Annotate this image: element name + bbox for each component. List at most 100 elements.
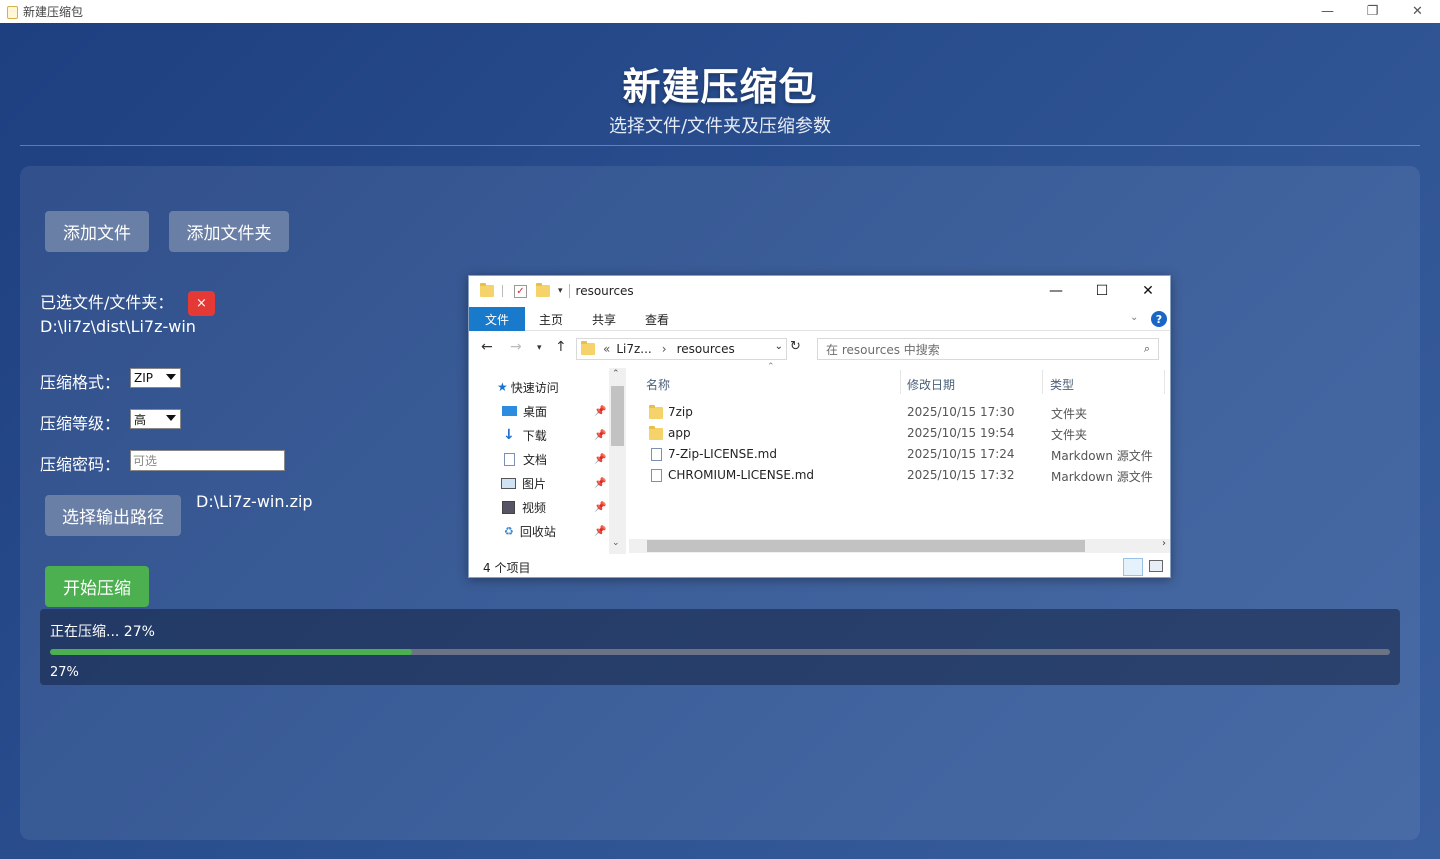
progress-panel: 正在压缩... 27% 27%: [40, 609, 1400, 685]
tab-view[interactable]: 查看: [635, 307, 679, 331]
item-count: 4 个项目: [483, 561, 531, 575]
tab-share[interactable]: 共享: [582, 307, 626, 331]
horizontal-scroll-thumb[interactable]: [647, 540, 1085, 552]
file-row[interactable]: app 2025/10/15 19:54 文件夹: [629, 423, 1170, 444]
up-icon[interactable]: ↑: [555, 339, 567, 355]
pin-icon[interactable]: 📌: [594, 478, 606, 489]
file-date: 2025/10/15 17:32: [907, 468, 1015, 482]
minimize-button[interactable]: —: [1305, 0, 1350, 23]
nav-item-downloads[interactable]: ↓ 下载 📌: [469, 424, 609, 446]
progress-percent: 27%: [50, 665, 79, 680]
properties-icon[interactable]: ✓: [514, 284, 527, 298]
nav-scroll-thumb[interactable]: [611, 386, 624, 446]
pin-icon[interactable]: 📌: [594, 454, 606, 465]
explorer-status-bar: 4 个项目: [469, 556, 1170, 578]
explorer-close-button[interactable]: ✕: [1125, 276, 1171, 306]
file-type: Markdown 源文件: [1051, 470, 1153, 484]
ribbon-expand-icon[interactable]: ⌄: [1130, 312, 1138, 323]
remove-selection-button[interactable]: ×: [188, 291, 215, 316]
start-compress-button[interactable]: 开始压缩: [45, 566, 149, 607]
explorer-minimize-button[interactable]: —: [1033, 276, 1079, 306]
file-date: 2025/10/15 17:24: [907, 447, 1015, 461]
new-folder-icon[interactable]: [536, 283, 550, 297]
file-row[interactable]: 7zip 2025/10/15 17:30 文件夹: [629, 402, 1170, 423]
address-separator: ›: [661, 342, 667, 356]
tab-file[interactable]: 文件: [469, 307, 525, 331]
column-separator: [1042, 370, 1043, 394]
window-titlebar: 新建压缩包 — ❐ ✕: [0, 0, 1440, 23]
pin-icon[interactable]: 📌: [594, 430, 606, 441]
format-label: 压缩格式：: [40, 373, 121, 392]
scroll-down-icon[interactable]: ⌄: [612, 538, 620, 548]
progress-fill: [50, 649, 412, 655]
pin-icon[interactable]: 📌: [594, 502, 606, 513]
output-path: D:\Li7z-win.zip: [196, 492, 313, 511]
chevron-down-icon: [166, 374, 176, 380]
explorer-titlebar: ✓ ▾ resources — ☐ ✕: [469, 276, 1170, 306]
address-bar[interactable]: « Li7z... › resources ⌄: [576, 338, 787, 360]
back-icon[interactable]: ←: [481, 339, 493, 355]
restore-button[interactable]: ❐: [1350, 0, 1395, 23]
nav-item-pictures[interactable]: 图片 📌: [469, 472, 609, 494]
address-dropdown-icon[interactable]: ⌄: [775, 341, 783, 352]
nav-item-videos[interactable]: 视频 📌: [469, 496, 609, 518]
file-type: 文件夹: [1051, 407, 1088, 421]
large-icons-view-icon[interactable]: [1149, 560, 1163, 572]
horizontal-scrollbar[interactable]: ›: [629, 538, 1170, 553]
nav-label: 快速访问: [510, 380, 559, 395]
pin-icon[interactable]: 📌: [594, 406, 606, 417]
add-file-button[interactable]: 添加文件: [45, 211, 149, 252]
add-folder-button[interactable]: 添加文件夹: [169, 211, 289, 252]
nav-item-documents[interactable]: 文档 📌: [469, 448, 609, 470]
column-separator: [900, 370, 901, 394]
address-segment-li7z[interactable]: Li7z...: [616, 342, 651, 356]
recent-dropdown-icon[interactable]: ▾: [537, 343, 542, 353]
file-date: 2025/10/15 17:30: [907, 405, 1015, 419]
document-icon: [504, 452, 515, 466]
header-divider: [20, 145, 1420, 146]
nav-label: 图片: [522, 476, 547, 491]
toolbar-separator: [502, 285, 503, 297]
file-name: app: [668, 426, 691, 440]
nav-label: 下载: [522, 428, 547, 443]
progress-status: 正在压缩... 27%: [50, 624, 155, 640]
page-subtitle: 选择文件/文件夹及压缩参数: [608, 116, 832, 137]
star-icon: ★: [497, 380, 508, 394]
details-view-icon[interactable]: [1123, 558, 1143, 576]
quick-access-dropdown-icon[interactable]: ▾: [558, 286, 563, 296]
format-value: ZIP: [134, 371, 153, 385]
tab-home[interactable]: 主页: [529, 307, 573, 331]
nav-item-quick-access[interactable]: ★ 快速访问: [469, 376, 609, 398]
scroll-right-icon[interactable]: ›: [1162, 538, 1166, 549]
file-row[interactable]: CHROMIUM-LICENSE.md 2025/10/15 17:32 Mar…: [629, 465, 1170, 486]
address-overflow[interactable]: «: [603, 342, 610, 356]
close-button[interactable]: ✕: [1395, 0, 1440, 23]
help-icon[interactable]: ?: [1151, 311, 1167, 327]
pin-icon[interactable]: 📌: [594, 526, 606, 537]
scroll-up-icon[interactable]: ⌃: [612, 369, 620, 379]
file-row[interactable]: 7-Zip-LICENSE.md 2025/10/15 17:24 Markdo…: [629, 444, 1170, 465]
address-segment-resources[interactable]: resources: [677, 342, 735, 356]
format-select[interactable]: ZIP: [130, 368, 181, 388]
column-date[interactable]: 修改日期: [907, 376, 955, 393]
password-input[interactable]: 可选: [130, 450, 285, 471]
nav-item-desktop[interactable]: 桌面 📌: [469, 400, 609, 422]
level-select[interactable]: 高: [130, 409, 181, 429]
column-type[interactable]: 类型: [1050, 376, 1074, 393]
file-list: ⌃ 名称 修改日期 类型 7zip 2025/10/15 17:30 文件夹 a…: [629, 362, 1170, 554]
nav-scrollbar[interactable]: ⌃ ⌄: [609, 368, 626, 554]
desktop-icon: [502, 406, 517, 416]
search-icon: ⌕: [1143, 342, 1150, 355]
explorer-ribbon: 文件 主页 共享 查看 ⌄ ?: [469, 307, 1170, 331]
choose-output-button[interactable]: 选择输出路径: [45, 495, 181, 536]
refresh-icon[interactable]: ↻: [790, 339, 801, 354]
nav-item-recycle-bin[interactable]: ♻ 回收站 📌: [469, 520, 609, 542]
search-input[interactable]: 在 resources 中搜索 ⌕: [817, 338, 1159, 360]
explorer-maximize-button[interactable]: ☐: [1079, 276, 1125, 306]
file-explorer-window: ✓ ▾ resources — ☐ ✕ 文件 主页 共享 查看 ⌄ ? ← → …: [468, 275, 1171, 578]
forward-icon[interactable]: →: [510, 339, 522, 355]
folder-icon: [581, 341, 595, 355]
folder-icon: [480, 283, 494, 297]
column-name[interactable]: 名称: [646, 376, 670, 393]
file-type: 文件夹: [1051, 428, 1088, 442]
